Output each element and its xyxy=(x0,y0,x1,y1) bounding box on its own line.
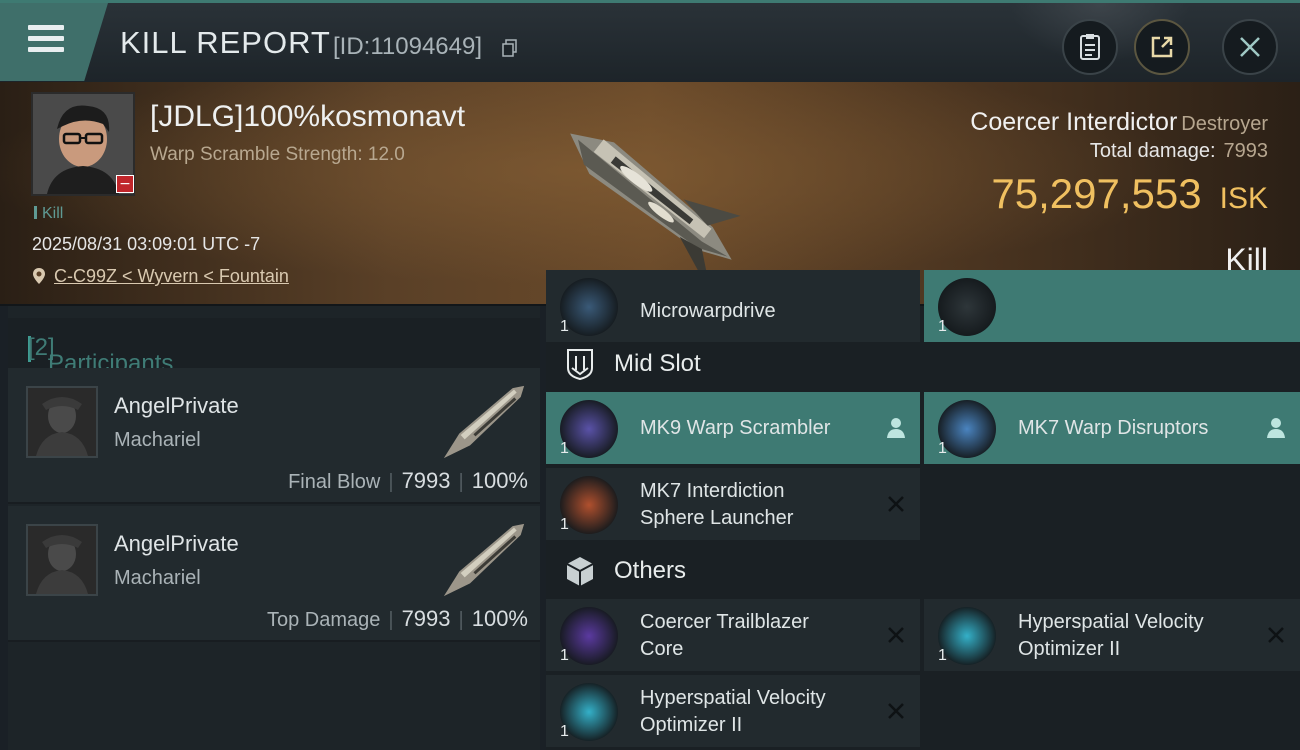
close-icon xyxy=(1240,37,1260,57)
participant-percent: 100% xyxy=(471,606,528,631)
item-quantity: 1 xyxy=(560,723,569,740)
victim-subtitle: Warp Scramble Strength: 12.0 xyxy=(150,144,405,165)
participant-damage: 7993 xyxy=(401,468,451,493)
mid-slot-icon xyxy=(567,349,593,380)
item-label: Hyperspatial Velocity Optimizer II xyxy=(640,687,826,736)
item-quantity: 1 xyxy=(560,318,569,335)
isk-amount: 75,297,553 xyxy=(991,170,1202,217)
kill-tag: Kill xyxy=(34,205,63,223)
total-damage-value: 7993 xyxy=(1223,140,1269,162)
copy-icon[interactable] xyxy=(502,39,518,57)
fitting-item-coercer-trailblazer-core[interactable]: 1 Coercer Trailblazer Core xyxy=(546,599,920,671)
others-header: Others xyxy=(546,543,1300,599)
destroyed-x-icon xyxy=(888,496,904,512)
participant-avatar[interactable] xyxy=(26,386,98,458)
others-title: Others xyxy=(614,557,687,584)
victim-ship-image xyxy=(570,133,741,292)
hamburger-icon xyxy=(28,25,64,58)
fitting-item-mk7-warp-disruptors[interactable]: 1 MK7 Warp Disruptors xyxy=(924,392,1300,464)
participant-ship-image xyxy=(443,385,525,459)
report-id: [ID:11094649] xyxy=(333,33,483,60)
share-icon xyxy=(1151,36,1173,58)
participants-panel: Participants [2] AngelPrivate Machariel … xyxy=(8,306,540,750)
kill-datetime: 2025/08/31 03:09:01 UTC -7 xyxy=(32,234,261,254)
divider: | xyxy=(458,609,464,631)
participant-avatar[interactable] xyxy=(26,524,98,596)
participant-ship: Machariel xyxy=(114,567,201,589)
victim-name[interactable]: [JDLG]100%kosmonavt xyxy=(150,100,465,134)
item-quantity: 1 xyxy=(560,647,569,664)
silhouette-portrait-image xyxy=(28,526,96,594)
clipboard-icon xyxy=(1080,34,1100,60)
item-label: MK7 Warp Disruptors xyxy=(1018,417,1209,439)
total-damage: Total damage: 7993 xyxy=(1089,140,1269,162)
item-label: Microwarpdrive xyxy=(640,300,776,322)
dropped-person-icon xyxy=(887,418,905,438)
top-bar: KILL REPORT [ID:11094649] xyxy=(0,0,1300,82)
item-quantity: 1 xyxy=(560,440,569,457)
item-label: Coercer Trailblazer Core xyxy=(640,611,809,660)
divider: | xyxy=(388,609,394,631)
participant-role: Final Blow xyxy=(288,471,381,493)
item-quantity: 1 xyxy=(560,516,569,533)
item-quantity: 1 xyxy=(938,440,947,457)
kill-location: C-C99Z < Wyvern < Fountain xyxy=(32,266,289,287)
participant-role: Top Damage xyxy=(266,609,381,631)
participant-damage: 7993 xyxy=(401,606,451,631)
destroyed-x-icon xyxy=(1268,627,1284,643)
menu-button[interactable] xyxy=(0,3,108,81)
isk-currency: ISK xyxy=(1219,182,1268,215)
share-button[interactable] xyxy=(1134,19,1190,75)
hostile-status-icon: − xyxy=(116,175,134,193)
isk-value: 75,297,553 ISK xyxy=(991,170,1268,218)
item-label: MK9 Warp Scrambler xyxy=(640,417,831,439)
destroyed-x-icon xyxy=(888,627,904,643)
fitting-item-mk7-interdiction-sphere-launcher[interactable]: 1 MK7 Interdiction Sphere Launcher xyxy=(546,468,920,540)
location-link[interactable]: C-C99Z < Wyvern < Fountain xyxy=(54,266,289,286)
participants-header: Participants [2] xyxy=(8,318,540,377)
fitting-item-hyperspatial-velocity-optimizer[interactable]: 1 Hyperspatial Velocity Optimizer II xyxy=(546,675,920,747)
fitting-item-partial[interactable]: 1 xyxy=(924,270,1300,342)
participant-name[interactable]: AngelPrivate xyxy=(114,531,239,557)
victim-ship-class: Destroyer xyxy=(1181,113,1268,135)
participant-stats: Top Damage | 7993 | 100% xyxy=(267,606,528,632)
dropped-person-icon xyxy=(1267,418,1285,438)
participant-ship: Machariel xyxy=(114,429,201,451)
silhouette-portrait-image xyxy=(28,388,96,456)
divider: | xyxy=(458,471,464,493)
item-label: MK7 Interdiction Sphere Launcher xyxy=(640,480,794,529)
divider: | xyxy=(388,471,394,493)
item-label: Hyperspatial Velocity Optimizer II xyxy=(1018,611,1204,660)
participant-name[interactable]: AngelPrivate xyxy=(114,393,239,419)
fitting-item-hyperspatial-velocity-optimizer[interactable]: 1 Hyperspatial Velocity Optimizer II xyxy=(924,599,1300,671)
participant-row[interactable]: AngelPrivate Machariel Top Damage | 7993 | 1… xyxy=(8,506,540,642)
close-button[interactable] xyxy=(1222,19,1278,75)
report-button[interactable] xyxy=(1062,19,1118,75)
fitting-item-mk9-warp-scrambler[interactable]: 1 MK9 Warp Scrambler xyxy=(546,392,920,464)
cube-icon xyxy=(566,557,594,586)
participant-row[interactable]: AngelPrivate Machariel Final Blow | 7993 | 1… xyxy=(8,368,540,504)
fitting-list: 1 Microwarpdrive 1 Mid Slot 1 MK9 Warp S… xyxy=(546,270,1300,750)
item-quantity: 1 xyxy=(938,318,947,335)
destroyed-x-icon xyxy=(888,703,904,719)
page-title: KILL REPORT xyxy=(120,25,331,60)
participant-stats: Final Blow | 7993 | 100% xyxy=(288,468,528,494)
item-quantity: 1 xyxy=(938,647,947,664)
fitting-item-microwarpdrive[interactable]: 1 Microwarpdrive xyxy=(546,270,920,342)
participant-percent: 100% xyxy=(471,468,528,493)
location-pin-icon xyxy=(33,268,45,284)
participant-ship-image xyxy=(443,523,525,597)
victim-ship-name[interactable]: Coercer Interdictor Destroyer xyxy=(970,108,1268,137)
mid-slot-header: Mid Slot xyxy=(546,336,1300,392)
mid-slot-title: Mid Slot xyxy=(614,350,701,377)
